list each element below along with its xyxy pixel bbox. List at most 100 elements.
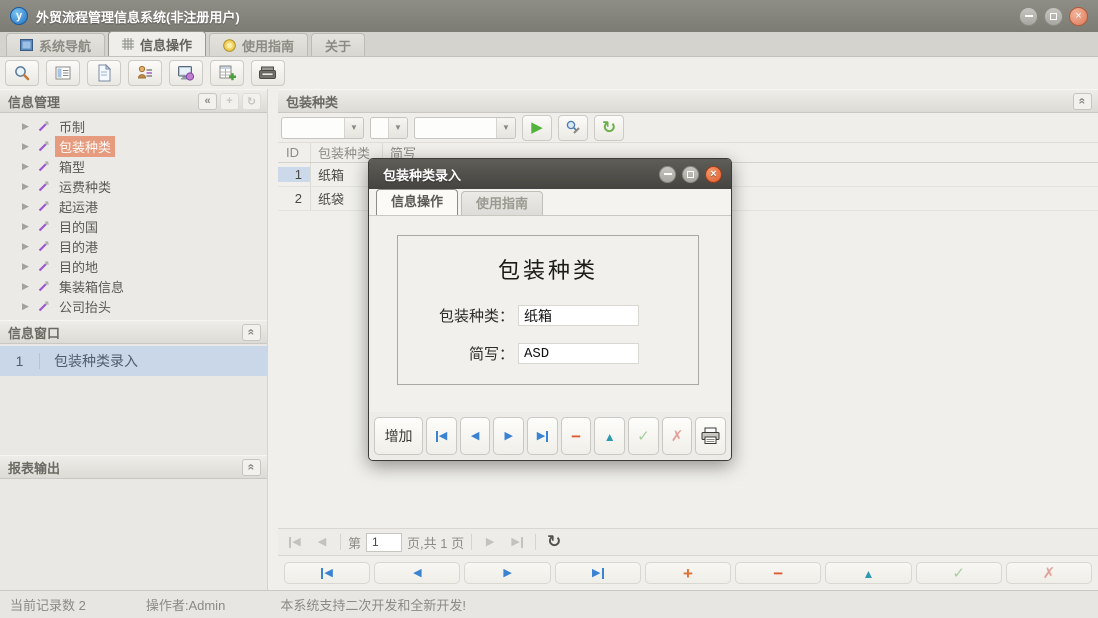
dialog-tab-user-guide[interactable]: 使用指南 xyxy=(461,191,544,215)
wand-icon xyxy=(38,120,49,131)
next-record-button[interactable] xyxy=(464,562,551,584)
expand-arrow-icon[interactable]: ▶ xyxy=(22,141,32,152)
wand-icon xyxy=(38,200,49,211)
tree-item-departure-port[interactable]: ▶ 起运港 xyxy=(0,196,267,216)
add-button[interactable]: 增加 xyxy=(374,417,424,455)
tree-item-company-header[interactable]: ▶ 公司抬头 xyxy=(0,296,267,316)
tree-item-packing-type[interactable]: ▶ 包装种类 xyxy=(0,135,267,157)
edit-record-button[interactable] xyxy=(594,417,626,455)
abbreviation-input[interactable] xyxy=(518,343,639,364)
archive-button[interactable] xyxy=(251,60,285,86)
minimize-icon[interactable] xyxy=(1019,6,1038,26)
tree-item-destination-port[interactable]: ▶ 目的港 xyxy=(0,236,267,256)
dialog-close-icon[interactable]: × xyxy=(705,165,722,183)
main-toolbar xyxy=(0,57,1098,89)
last-record-button[interactable] xyxy=(554,562,641,584)
tree-item-destination[interactable]: ▶ 目的地 xyxy=(0,256,267,276)
dialog-minimize-icon[interactable] xyxy=(659,165,676,183)
tree-item-box-type[interactable]: ▶ 箱型 xyxy=(0,156,267,176)
tab-info-operation[interactable]: 信息操作 xyxy=(108,31,207,56)
confirm-button[interactable] xyxy=(628,417,659,455)
add-icon[interactable]: + xyxy=(220,92,239,110)
maximize-icon[interactable] xyxy=(1044,6,1063,26)
cancel-button[interactable] xyxy=(661,417,693,455)
filter-value-select[interactable]: ▼ xyxy=(414,116,516,139)
search-button[interactable] xyxy=(5,60,39,86)
chevron-down-icon[interactable]: ▼ xyxy=(496,117,515,138)
info-window-item[interactable]: 1 包装种类录入 xyxy=(0,346,267,376)
edit-record-button[interactable] xyxy=(825,562,912,584)
refresh-icon[interactable]: ↻ xyxy=(242,92,261,110)
wand-icon xyxy=(38,160,49,171)
list-view-icon xyxy=(55,66,71,80)
first-page-icon[interactable] xyxy=(284,531,306,553)
advanced-search-button[interactable] xyxy=(558,114,588,141)
dialog-tab-info-operation[interactable]: 信息操作 xyxy=(376,189,459,215)
tree-item-container-info[interactable]: ▶ 集装箱信息 xyxy=(0,276,267,296)
add-record-button[interactable] xyxy=(644,562,732,584)
cancel-button[interactable] xyxy=(1005,562,1092,584)
delete-record-button[interactable] xyxy=(560,417,592,455)
expand-arrow-icon[interactable]: ▶ xyxy=(22,181,32,192)
chevron-down-icon[interactable]: ▼ xyxy=(388,117,407,138)
dialog-tabbar: 信息操作 使用指南 xyxy=(369,189,731,216)
expand-arrow-icon[interactable]: ▶ xyxy=(22,121,32,132)
collapse-up-icon[interactable]: « xyxy=(1073,92,1092,110)
tree-item-freight-type[interactable]: ▶ 运费种类 xyxy=(0,176,267,196)
prev-page-icon[interactable] xyxy=(311,531,333,553)
list-view-button[interactable] xyxy=(46,60,80,86)
last-record-button[interactable] xyxy=(527,417,558,455)
expand-arrow-icon[interactable]: ▶ xyxy=(22,301,32,312)
expand-arrow-icon[interactable]: ▶ xyxy=(22,161,32,172)
refresh-icon: ↻ xyxy=(601,118,617,137)
delete-record-button[interactable] xyxy=(735,562,822,584)
tab-system-nav[interactable]: 系统导航 xyxy=(6,33,106,56)
first-record-button[interactable] xyxy=(426,417,457,455)
first-record-button[interactable] xyxy=(284,562,371,584)
panel-info-management-header: 信息管理 « + ↻ xyxy=(0,89,267,113)
print-button[interactable] xyxy=(695,417,727,455)
refresh-button[interactable]: ↻ xyxy=(594,114,624,141)
tree-item-destination-country[interactable]: ▶ 目的国 xyxy=(0,216,267,236)
expand-arrow-icon[interactable]: ▶ xyxy=(22,201,32,212)
page-number-input[interactable] xyxy=(366,532,403,552)
close-icon[interactable]: × xyxy=(1069,6,1088,26)
collapse-up-icon[interactable]: « xyxy=(242,458,261,476)
filter-operator-select[interactable]: ▼ xyxy=(370,116,408,139)
collapse-up-icon[interactable]: « xyxy=(242,323,261,341)
packing-type-input[interactable] xyxy=(518,305,639,326)
new-document-button[interactable] xyxy=(87,60,121,86)
packing-type-form: 包装种类 包装种类： 简写： xyxy=(397,235,699,385)
execute-filter-button[interactable]: ▶ xyxy=(522,114,552,141)
status-bar: 当前记录数 2 操作者:Admin 本系统支持二次开发和全新开发! xyxy=(0,590,1098,618)
panel-info-window-header: 信息窗口 « xyxy=(0,320,267,344)
user-manage-button[interactable] xyxy=(128,60,162,86)
tab-about[interactable]: 关于 xyxy=(311,33,366,56)
table-add-button[interactable] xyxy=(210,60,244,86)
operator-status: 操作者:Admin xyxy=(145,598,226,613)
monitor-view-button[interactable] xyxy=(169,60,203,86)
reload-grid-icon[interactable]: ↻ xyxy=(543,531,565,553)
expand-arrow-icon[interactable]: ▶ xyxy=(22,221,32,232)
filter-field-select[interactable]: ▼ xyxy=(281,116,364,139)
prev-record-button[interactable] xyxy=(374,562,461,584)
form-title: 包装种类 xyxy=(497,258,598,283)
tab-user-guide[interactable]: 使用指南 xyxy=(209,33,309,56)
expand-arrow-icon[interactable]: ▶ xyxy=(22,241,32,252)
confirm-button[interactable] xyxy=(915,562,1002,584)
last-page-icon[interactable] xyxy=(506,531,528,553)
expand-arrow-icon[interactable]: ▶ xyxy=(22,281,32,292)
collapse-left-icon[interactable]: « xyxy=(198,92,217,110)
packing-type-entry-dialog: 包装种类录入 × 信息操作 使用指南 包装种类 包装种类： 简写： 增加 xyxy=(368,158,732,461)
info-tree: ▶ 币制 ▶ 包装种类 ▶ 箱型 ▶ 运费种类 ▶ 起运港 ▶ 目的国 ▶ 目的… xyxy=(0,113,267,320)
record-count-status: 当前记录数 2 xyxy=(10,598,86,613)
chevron-down-icon[interactable]: ▼ xyxy=(344,117,363,138)
tree-item-currency[interactable]: ▶ 币制 xyxy=(0,116,267,136)
prev-record-button[interactable] xyxy=(459,417,491,455)
dialog-maximize-icon[interactable] xyxy=(682,165,699,183)
wand-icon xyxy=(38,140,49,151)
next-page-icon[interactable] xyxy=(479,531,501,553)
next-record-button[interactable] xyxy=(493,417,525,455)
expand-arrow-icon[interactable]: ▶ xyxy=(22,261,32,272)
dialog-body: 包装种类 包装种类： 简写： xyxy=(369,216,731,413)
